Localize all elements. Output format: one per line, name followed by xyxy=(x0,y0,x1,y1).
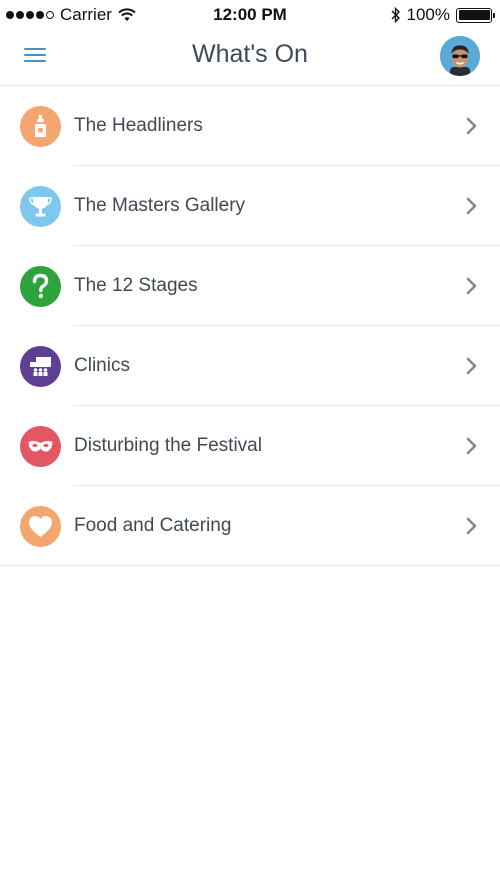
status-right: 100% xyxy=(391,5,495,25)
list-item-clinics[interactable]: Clinics xyxy=(0,326,500,406)
nav-bar: What's On xyxy=(0,30,500,86)
list-item-food-catering[interactable]: Food and Catering xyxy=(0,486,500,566)
chevron-right-icon xyxy=(466,277,477,295)
chevron-right-icon xyxy=(466,517,477,535)
avatar-icon xyxy=(440,36,480,76)
battery-percent: 100% xyxy=(406,5,450,24)
chevron-right-icon xyxy=(466,197,477,215)
list-item-label: Disturbing the Festival xyxy=(74,435,262,456)
battery-icon xyxy=(456,7,495,23)
chevron-right-icon xyxy=(466,437,477,455)
heart-icon xyxy=(20,505,61,547)
chevron-right-icon xyxy=(466,117,477,135)
user-avatar-button[interactable] xyxy=(440,36,480,76)
chevron-right-icon xyxy=(466,357,477,375)
mask-icon xyxy=(20,425,61,467)
list-item-label: The Headliners xyxy=(74,115,203,136)
presentation-icon xyxy=(20,345,61,387)
separator xyxy=(0,565,500,566)
category-list: The Headliners The Masters Gallery The 1… xyxy=(0,86,500,566)
list-item-headliners[interactable]: The Headliners xyxy=(0,86,500,166)
list-item-12-stages[interactable]: The 12 Stages xyxy=(0,246,500,326)
list-item-label: The 12 Stages xyxy=(74,275,198,296)
status-bar: Carrier 12:00 PM 100% xyxy=(0,0,500,30)
bluetooth-icon xyxy=(391,7,400,23)
trophy-icon xyxy=(20,185,61,227)
list-item-masters-gallery[interactable]: The Masters Gallery xyxy=(0,166,500,246)
page-title: What's On xyxy=(192,40,308,68)
question-icon xyxy=(20,265,61,307)
list-item-label: Clinics xyxy=(74,355,130,376)
list-item-label: The Masters Gallery xyxy=(74,195,246,216)
bottle-icon xyxy=(20,105,61,147)
list-item-disturbing-festival[interactable]: Disturbing the Festival xyxy=(0,406,500,486)
list-item-label: Food and Catering xyxy=(74,515,232,536)
